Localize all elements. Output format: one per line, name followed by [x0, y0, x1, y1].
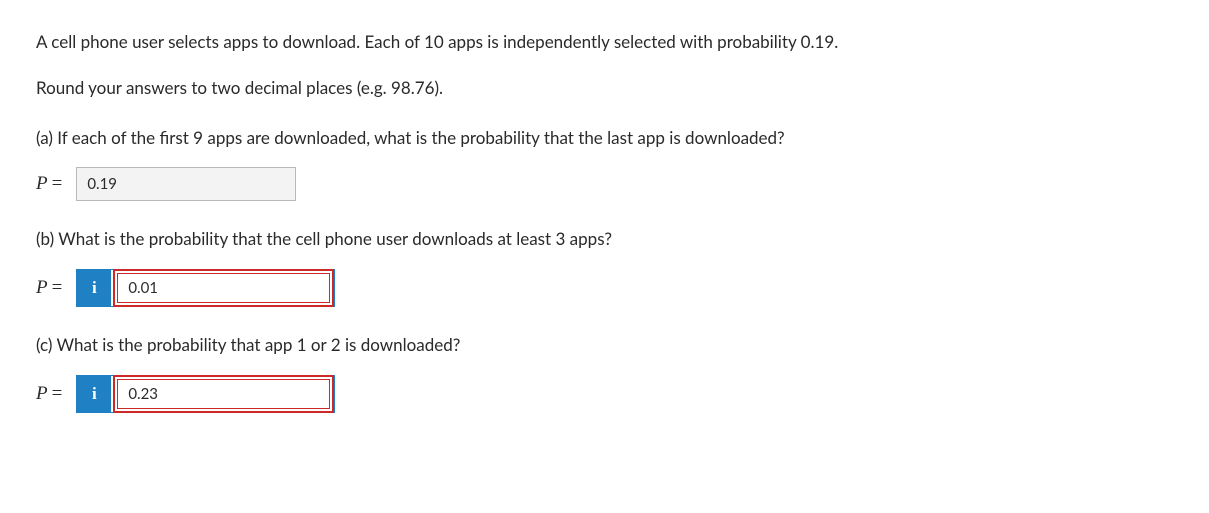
part-a-answer-input[interactable]: 0.19 [76, 167, 296, 201]
part-b-answer-group: i 0.01 [76, 269, 335, 307]
p-variable: P [36, 383, 48, 404]
info-icon[interactable]: i [77, 270, 111, 306]
part-c-row: P= i 0.23 [36, 375, 1173, 413]
part-c-prompt: (c) What is the probability that app 1 o… [36, 333, 1173, 357]
p-equals-label: P= [36, 381, 62, 408]
part-b-row: P= i 0.01 [36, 269, 1173, 307]
part-c-answer-group: i 0.23 [76, 375, 335, 413]
intro-line-1: A cell phone user selects apps to downlo… [36, 30, 1173, 54]
equals-sign: = [52, 173, 63, 194]
intro-line-2: Round your answers to two decimal places… [36, 76, 1173, 100]
part-b-prompt: (b) What is the probability that the cel… [36, 227, 1173, 251]
p-equals-label: P= [36, 171, 62, 198]
part-a-row: P= 0.19 [36, 167, 1173, 201]
p-variable: P [36, 277, 48, 298]
part-a-prompt: (a) If each of the first 9 apps are down… [36, 126, 1173, 150]
info-icon[interactable]: i [77, 376, 111, 412]
equals-sign: = [52, 383, 63, 404]
part-b-answer-input[interactable]: 0.01 [117, 273, 330, 303]
p-equals-label: P= [36, 275, 62, 302]
equals-sign: = [52, 277, 63, 298]
p-variable: P [36, 173, 48, 194]
part-c-answer-input[interactable]: 0.23 [117, 379, 330, 409]
